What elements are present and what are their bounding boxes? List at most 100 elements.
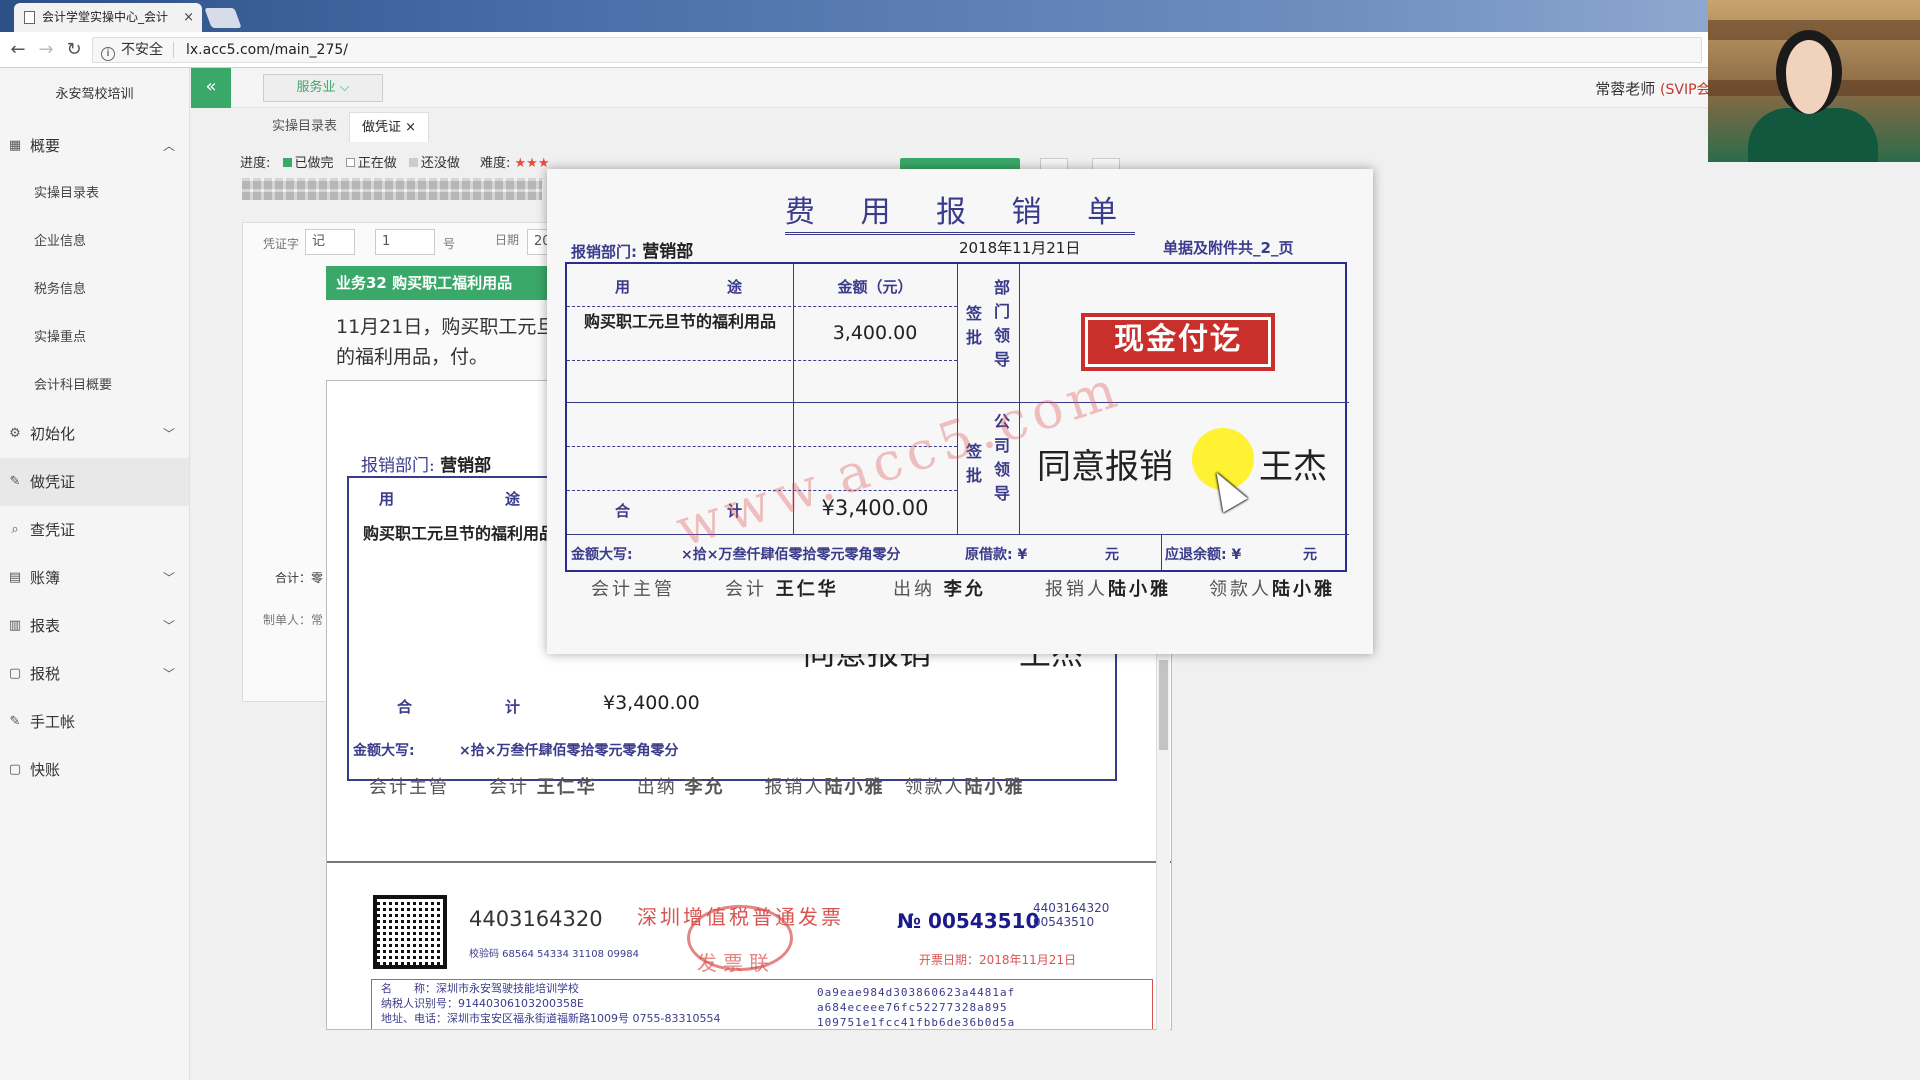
bg-signatures: 会计主管 会计 王仁华 出纳 李允 报销人陆小雅 领款人陆小雅 [369, 777, 1025, 798]
document-icon: ▢ [8, 762, 22, 777]
sidebar-item-make-voucher[interactable]: ✎ 做凭证 [0, 458, 189, 506]
bg-col-purpose-b: 途 [505, 490, 521, 508]
item-amount: 3,400.00 [832, 322, 918, 344]
invoice-date: 开票日期：2018年11月21日 [919, 953, 1077, 967]
sidebar-item-query-voucher[interactable]: ⌕ 查凭证 [0, 506, 189, 554]
address-bar: ← → ↻ i 不安全 lx.acc5.com/main_275/ [0, 32, 1920, 68]
refund-label: 应退余额: ¥ [1165, 547, 1242, 563]
search-icon: ⌕ [11, 522, 19, 537]
forward-icon[interactable]: → [34, 38, 58, 62]
col-amount: 金额（元） [837, 278, 913, 296]
sidebar-item-label: 手工帐 [30, 713, 76, 731]
document-icon: ▢ [8, 666, 22, 681]
approval-text: 同意报销 [1037, 447, 1173, 487]
bg-item-purpose: 购买职工元旦节的福利用品 [362, 524, 555, 543]
table-divider [957, 264, 958, 534]
tab-catalog[interactable]: 实操目录表 [260, 112, 349, 142]
sig-cashier: 出纳 李允 [893, 579, 986, 600]
sidebar-subitem-accounts[interactable]: 会计科目概要 [0, 362, 189, 410]
progress-label: 进度: [240, 156, 271, 171]
difficulty-label: 难度: [480, 156, 511, 171]
business-title: 业务32 购买职工福利用品 [326, 266, 572, 300]
approver-name: 王杰 [1259, 447, 1327, 487]
sidebar: 永安驾校培训 ▦ 概要 ︿ 实操目录表 企业信息 税务信息 实操重点 会计科目概… [0, 68, 190, 1080]
presenter-body [1748, 108, 1878, 162]
col-purpose-a: 用 [615, 278, 631, 296]
bg-total-b: 计 [505, 698, 521, 716]
sidebar-item-label: 做凭证 [30, 473, 76, 491]
pen-icon: ✎ [9, 474, 21, 489]
col-purpose-b: 途 [727, 278, 743, 296]
expense-form-preview[interactable]: 费 用 报 销 单 报销部门: 营销部 2018年11月21日 单据及附件共_2… [547, 169, 1373, 654]
book-icon: ▤ [8, 570, 22, 585]
pen-icon: ✎ [9, 714, 21, 729]
table-divider [1161, 534, 1162, 570]
reload-icon[interactable]: ↻ [62, 38, 86, 62]
voucher-number-input[interactable]: 1 [375, 229, 435, 255]
url-text: lx.acc5.com/main_275/ [186, 42, 348, 58]
sidebar-subitem-keypoints[interactable]: 实操重点 [0, 314, 189, 362]
sidebar-item-label: 报表 [30, 617, 61, 635]
new-tab-button[interactable] [204, 8, 242, 28]
sidebar-item-label: 快账 [30, 761, 61, 779]
sig-receiver: 领款人陆小雅 [1209, 579, 1335, 600]
sidebar-item-ledger[interactable]: ▤ 账簿 ﹀ [0, 554, 189, 602]
doing-swatch [345, 158, 355, 167]
bg-total-a: 合 [397, 698, 413, 716]
browser-tab[interactable]: 会计学堂实操中心_会计 × [14, 3, 202, 32]
info-icon[interactable]: i [101, 47, 115, 61]
presenter-head [1776, 30, 1842, 114]
sidebar-subitem-tax[interactable]: 税务信息 [0, 266, 189, 314]
school-name: 永安驾校培训 [55, 87, 134, 102]
voucher-number-suffix: 号 [443, 237, 456, 251]
dept-approval-label: 签批 [965, 304, 982, 347]
sidebar-subitem-company[interactable]: 企业信息 [0, 218, 189, 266]
dept-row: 报销部门: 营销部 [571, 242, 694, 262]
url-input[interactable]: i 不安全 lx.acc5.com/main_275/ [92, 37, 1702, 63]
item-purpose: 购买职工元旦节的福利用品 [583, 312, 776, 331]
invoice-cipher: 0a9eae984d303860623a4481af a684eceee76fc5… [817, 986, 1016, 1029]
attachment-count: 单据及附件共_2_页 [1163, 239, 1294, 257]
tab-make-voucher[interactable]: 做凭证 × [349, 112, 430, 142]
chevron-up-icon: ︿ [162, 139, 175, 153]
page-tabs: 实操目录表 做凭证 × [260, 112, 430, 142]
not-done-label: 还没做 [420, 156, 460, 171]
sidebar-item-init[interactable]: ⚙ 初始化 ﹀ [0, 410, 189, 458]
invoice-title: 深圳增值税普通发票 [637, 905, 844, 929]
progress-grid[interactable] [242, 178, 542, 200]
sidebar-item-overview[interactable]: ▦ 概要 ︿ [0, 122, 189, 170]
chevron-down-icon: ﹀ [162, 571, 175, 585]
amount-words-label: 金额大写: [571, 547, 633, 563]
sidebar-item-label: 概要 [30, 137, 61, 155]
voucher-date-label: 日期 [495, 233, 520, 247]
chevron-down-icon: ﹀ [162, 619, 175, 633]
invoice-small-codes: 4403164320 00543510 [1033, 901, 1110, 929]
sig-claimant: 报销人陆小雅 [1045, 579, 1171, 600]
voucher-word-select[interactable]: 记 [305, 229, 355, 255]
bg-dept-label: 报销部门: 营销部 [361, 456, 492, 476]
difficulty-stars: ★★★ [514, 156, 550, 171]
sidebar-item-quick-books[interactable]: ▢ 快账 [0, 746, 189, 794]
industry-select[interactable]: 服务业 ⌵ [263, 74, 383, 102]
cash-paid-stamp: 现金付讫 [1081, 313, 1275, 371]
back-icon[interactable]: ← [6, 38, 30, 62]
invoice-buyer: 名 称：深圳市永安驾驶技能培训学校 纳税人识别号：9144030610320035… [381, 982, 721, 1025]
bg-col-purpose-a: 用 [379, 490, 395, 508]
borrowed-label: 原借款: ¥ [965, 547, 1028, 563]
sidebar-item-manual-books[interactable]: ✎ 手工帐 [0, 698, 189, 746]
business-description: 11月21日，购买职工元旦节的福利用品，付。 [336, 316, 575, 368]
sidebar-item-reports[interactable]: ▥ 报表 ﹀ [0, 602, 189, 650]
scrollbar-thumb[interactable] [1159, 660, 1168, 750]
close-icon[interactable]: × [405, 120, 416, 135]
invoice: 4403164320 校验码 68564 54334 31108 09984 深… [327, 861, 1171, 1029]
sidebar-item-label: 初始化 [30, 425, 76, 443]
sidebar-subitem-catalog[interactable]: 实操目录表 [0, 170, 189, 218]
dept-leader-label: 部门领导 [993, 278, 1010, 369]
sidebar-item-tax-filing[interactable]: ▢ 报税 ﹀ [0, 650, 189, 698]
top-bar: « 服务业 ⌵ 常蓉老师 (SVIP会员) [191, 68, 1920, 108]
close-tab-icon[interactable]: × [183, 3, 194, 32]
collapse-sidebar-button[interactable]: « [191, 68, 231, 108]
invoice-code: 4403164320 [469, 907, 603, 931]
webcam-video [1708, 0, 1920, 162]
bg-total-amount: ¥3,400.00 [603, 692, 700, 714]
